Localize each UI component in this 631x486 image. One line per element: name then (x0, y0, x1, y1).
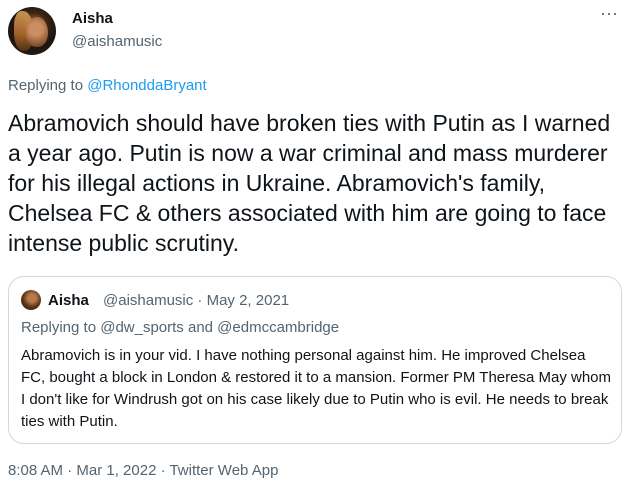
quoted-handle-date: @aishamusic · May 2, 2021 (103, 292, 290, 309)
quoted-tweet-text: Abramovich is in your vid. I have nothin… (21, 347, 611, 430)
replying-to-line: Replying to @RhonddaBryant (8, 77, 207, 94)
display-name[interactable]: Aisha (72, 10, 113, 27)
tweet-timestamp-source[interactable]: 8:08 AM · Mar 1, 2022 · Twitter Web App (8, 462, 278, 479)
quoted-display-name: Aisha (48, 292, 89, 309)
tweet-text: Abramovich should have broken ties with … (8, 110, 611, 256)
quoted-replying-to-line: Replying to @dw_sports and @edmccambridg… (21, 319, 340, 336)
more-options-icon[interactable]: ··· (600, 4, 618, 22)
user-handle[interactable]: @aishamusic (72, 33, 162, 50)
replying-to-link[interactable]: @RhonddaBryant (87, 77, 206, 94)
avatar-image-face (26, 17, 48, 47)
quoted-tweet-card[interactable]: Aisha @aishamusic · May 2, 2021 Replying… (8, 276, 622, 444)
avatar[interactable] (8, 7, 56, 55)
quoted-avatar (21, 290, 41, 310)
replying-to-prefix: Replying to (8, 77, 84, 94)
